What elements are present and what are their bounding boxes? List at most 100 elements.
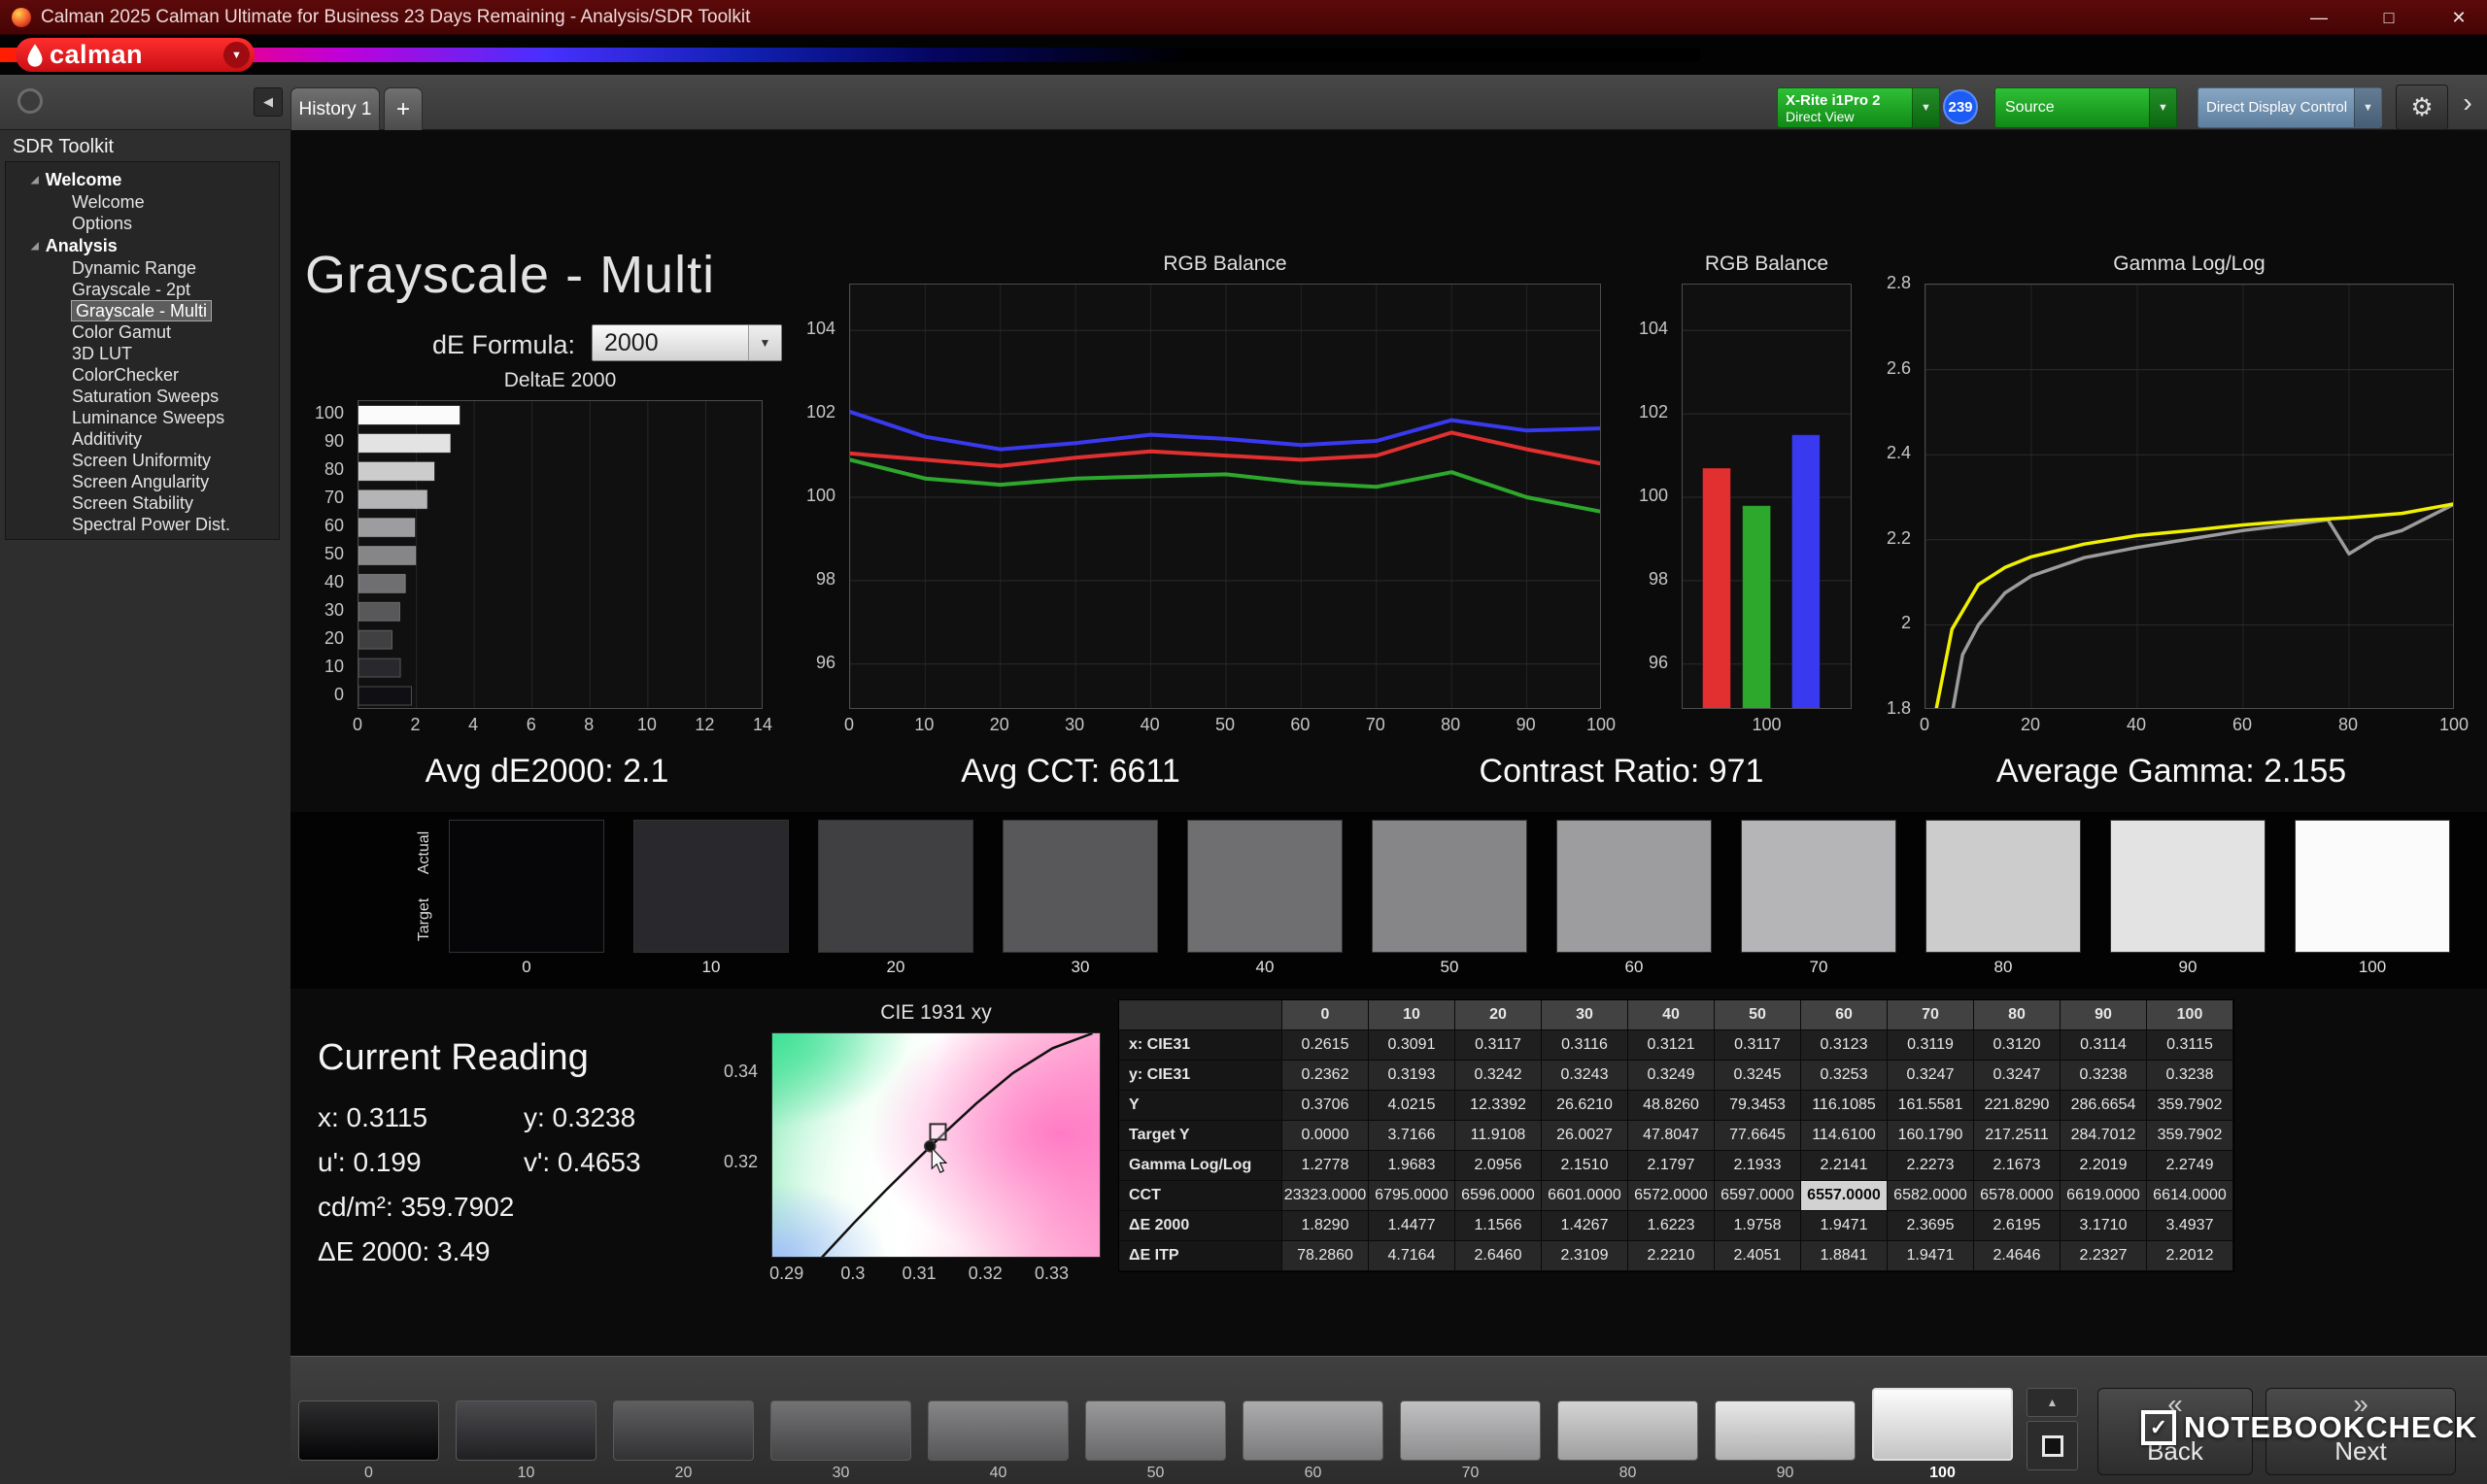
pattern-swatch-40[interactable]: [928, 1400, 1069, 1461]
sidebar-item-screen-angularity[interactable]: Screen Angularity: [6, 471, 279, 492]
sidebar-item-screen-stability[interactable]: Screen Stability: [6, 492, 279, 514]
table-cell: 1.6223: [1628, 1211, 1715, 1241]
logo-bar: calman ▼: [0, 35, 2487, 75]
x-axis-tick: 70: [1346, 715, 1405, 735]
avg-de2000-stat: Avg dE2000: 2.1: [426, 753, 669, 791]
y-axis-tick: 2.6: [1866, 358, 1911, 379]
y-axis-tick: 70: [299, 488, 344, 508]
y-axis: 2.82.62.42.221.8: [1866, 284, 1917, 709]
sidebar-item-grayscale-2pt[interactable]: Grayscale - 2pt: [6, 279, 279, 300]
x-axis-tick: 40: [2107, 715, 2165, 735]
expand-right-chevron[interactable]: ›: [2454, 86, 2481, 119]
pattern-window-up-button[interactable]: ▲: [2027, 1388, 2078, 1417]
pattern-swatch-70[interactable]: [1400, 1400, 1541, 1461]
x-axis-tick: 10: [895, 715, 953, 735]
item-label: Saturation Sweeps: [72, 387, 219, 406]
y-axis-tick: 100: [791, 486, 835, 506]
add-tab-button[interactable]: +: [384, 87, 423, 130]
y-axis-tick: 2.4: [1866, 443, 1911, 463]
y-axis-tick: 100: [299, 403, 344, 423]
pattern-label: 10: [456, 1465, 596, 1482]
grayscale-strip: 0102030405060708090100: [449, 820, 2460, 985]
x-axis-tick: 20: [971, 715, 1029, 735]
table-cell: 6601.0000: [1542, 1181, 1628, 1211]
sidebar-item-welcome[interactable]: Welcome: [6, 191, 279, 213]
contrast-ratio-stat: Contrast Ratio: 971: [1480, 753, 1764, 791]
pattern-swatch-0[interactable]: [298, 1400, 439, 1461]
pattern-swatch-10[interactable]: [456, 1400, 596, 1461]
sidebar-item-grayscale-multi[interactable]: Grayscale - Multi: [6, 300, 279, 321]
pattern-swatch-60[interactable]: [1243, 1400, 1383, 1461]
grayscale-swatch-80: 80: [1925, 820, 2081, 977]
table-cell: 1.8841: [1801, 1241, 1888, 1271]
chart-title: RGB Balance: [1682, 253, 1852, 276]
swatch-label: 90: [2110, 958, 2266, 977]
display-control-dropdown[interactable]: Direct Display Control ▼: [2197, 87, 2382, 128]
table-cell: 2.1673: [1974, 1151, 2061, 1181]
table-cell: 2.2749: [2147, 1151, 2233, 1181]
sidebar-item-spectral-power-dist[interactable]: Spectral Power Dist.: [6, 514, 279, 535]
sidebar-item-3d-lut[interactable]: 3D LUT: [6, 343, 279, 364]
grayscale-swatch-70: 70: [1741, 820, 1896, 977]
reading-u: u': 0.199: [318, 1147, 422, 1178]
x-axis-tick: 0.33: [1023, 1264, 1081, 1284]
swatch-label: 20: [818, 958, 973, 977]
table-cell: 0.3245: [1715, 1061, 1801, 1091]
pattern-swatch-80[interactable]: [1557, 1400, 1698, 1461]
table-row-label: Target Y: [1119, 1121, 1282, 1151]
pattern-swatch-90[interactable]: [1715, 1400, 1856, 1461]
sidebar-item-color-gamut[interactable]: Color Gamut: [6, 321, 279, 343]
table-cell: 1.9471: [1801, 1211, 1888, 1241]
sidebar-section-analysis[interactable]: ◢Analysis: [6, 234, 279, 257]
sidebar-item-screen-uniformity[interactable]: Screen Uniformity: [6, 450, 279, 471]
x-axis-tick: 100: [2425, 715, 2483, 735]
settings-gear-button[interactable]: ⚙: [2396, 84, 2448, 130]
chevron-down-icon: ▼: [2354, 88, 2381, 127]
sidebar-collapse-button[interactable]: ◀: [254, 87, 283, 117]
calman-window: Calman 2025 Calman Ultimate for Business…: [0, 0, 2487, 1484]
sidebar-section-welcome[interactable]: ◢Welcome: [6, 168, 279, 191]
sidebar-item-colorchecker[interactable]: ColorChecker: [6, 364, 279, 386]
sidebar-item-luminance-sweeps[interactable]: Luminance Sweeps: [6, 407, 279, 428]
pattern-label: 80: [1557, 1465, 1698, 1482]
table-cell: 359.7902: [2147, 1091, 2233, 1121]
sidebar-item-dynamic-range[interactable]: Dynamic Range: [6, 257, 279, 279]
tab-history-1[interactable]: History 1: [290, 87, 380, 130]
table-cell: 3.1710: [2061, 1211, 2147, 1241]
nav-circle-icon[interactable]: [17, 88, 43, 114]
x-axis: 020406080100: [1925, 715, 2454, 740]
minimize-button[interactable]: —: [2304, 8, 2334, 28]
close-button[interactable]: ✕: [2444, 8, 2473, 28]
table-cell: 0.0000: [1282, 1121, 1369, 1151]
y-axis-tick: 2.8: [1866, 273, 1911, 293]
logo-wordmark: calman: [50, 38, 143, 72]
table-cell: 2.1510: [1542, 1151, 1628, 1181]
table-cell: 0.3117: [1455, 1030, 1542, 1061]
swatch-label: 80: [1925, 958, 2081, 977]
sidebar-item-additivity[interactable]: Additivity: [6, 428, 279, 450]
table-cell: 1.4267: [1542, 1211, 1628, 1241]
pattern-swatch-100[interactable]: [1872, 1388, 2013, 1461]
pattern-swatch-30[interactable]: [770, 1400, 911, 1461]
table-cell: 2.6195: [1974, 1211, 2061, 1241]
meter-dropdown[interactable]: X-Rite i1Pro 2 Direct View ▼: [1777, 87, 1940, 128]
maximize-button[interactable]: □: [2374, 8, 2403, 28]
table-cell: 359.7902: [2147, 1121, 2233, 1151]
y-axis-tick: 0.34: [713, 1062, 758, 1082]
sidebar-item-options[interactable]: Options: [6, 213, 279, 234]
sidebar-item-saturation-sweeps[interactable]: Saturation Sweeps: [6, 386, 279, 407]
pattern-window-button[interactable]: [2027, 1421, 2078, 1470]
calman-logo-button[interactable]: calman ▼: [16, 38, 255, 72]
pattern-swatch-20[interactable]: [613, 1400, 754, 1461]
grayscale-swatch-40: 40: [1187, 820, 1343, 977]
table-cell: 6597.0000: [1715, 1181, 1801, 1211]
y-axis: 1009080706050403020100: [299, 400, 350, 709]
pattern-swatch-50[interactable]: [1085, 1400, 1226, 1461]
de-formula-dropdown[interactable]: 2000 ▼: [592, 324, 782, 361]
item-label: Luminance Sweeps: [72, 408, 224, 427]
source-dropdown[interactable]: Source ▼: [1994, 87, 2177, 128]
chart-title: DeltaE 2000: [358, 369, 763, 392]
logo-menu-button[interactable]: ▼: [223, 42, 250, 68]
current-reading-luminance: cd/m²: 359.7902: [318, 1192, 862, 1225]
table-cell: 1.9471: [1888, 1241, 1974, 1271]
